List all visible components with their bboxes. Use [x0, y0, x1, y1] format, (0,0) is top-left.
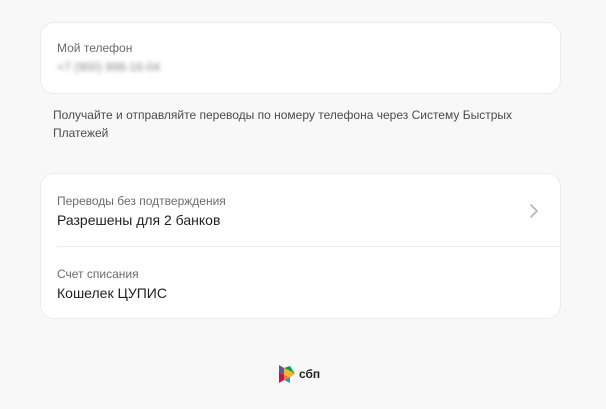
phone-number: +7 (900) 998-16-04	[57, 60, 161, 74]
account-caption: Счет списания	[57, 267, 139, 281]
debit-account-row: Счет списания Кошелек ЦУПИС	[41, 247, 560, 320]
sbp-logo-icon	[279, 365, 295, 383]
settings-card: Переводы без подтверждения Разрешены для…	[40, 173, 561, 319]
phone-card: Мой телефон +7 (900) 998-16-04	[40, 22, 561, 94]
sbp-hint-text: Получайте и отправляйте переводы по номе…	[53, 108, 512, 140]
sbp-logo-text: сбп	[299, 367, 321, 381]
sbp-logo: сбп	[278, 364, 320, 384]
transfers-value: Разрешены для 2 банков	[57, 212, 221, 228]
transfers-caption: Переводы без подтверждения	[57, 194, 226, 208]
phone-caption: Мой телефон	[57, 41, 133, 55]
account-value: Кошелек ЦУПИС	[57, 285, 167, 301]
chevron-right-icon	[530, 204, 538, 218]
transfers-without-confirmation-row[interactable]: Переводы без подтверждения Разрешены для…	[41, 174, 560, 247]
